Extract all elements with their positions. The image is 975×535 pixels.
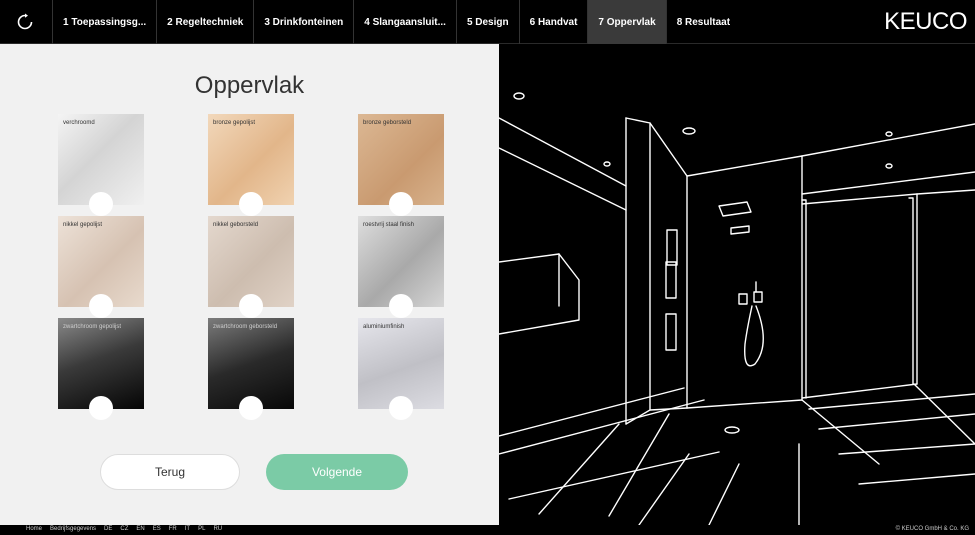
surface-panel: Oppervlak verchroomd bronze gepolijst br…	[0, 44, 499, 525]
tab-design[interactable]: 5 Design	[455, 0, 519, 44]
swatch-label: zwartchroom gepolijst	[63, 324, 122, 330]
swatch-bronze-geborsteld[interactable]: bronze geborsteld	[358, 114, 444, 216]
language-de[interactable]: DE	[104, 526, 112, 532]
copyright: © KEUCO GmbH & Co. KG	[895, 526, 969, 532]
page-title: Oppervlak	[194, 72, 305, 99]
shower-line-drawing	[498, 92, 975, 526]
tab-slangaansluiting[interactable]: 4 Slangaansluit...	[353, 0, 456, 44]
language-pl[interactable]: PL	[198, 526, 205, 532]
footer-link-company[interactable]: Bedrijfsgegevens	[50, 526, 96, 532]
next-button[interactable]: Volgende	[266, 454, 408, 490]
tab-resultaat[interactable]: 8 Resultaat	[665, 0, 740, 44]
language-it[interactable]: IT	[185, 526, 190, 532]
swatch-verchroomd[interactable]: verchroomd	[58, 114, 144, 216]
language-en[interactable]: EN	[136, 526, 144, 532]
swatch-label: nikkel gepolijst	[63, 222, 103, 228]
tab-drinkfonteinen[interactable]: 3 Drinkfonteinen	[253, 0, 353, 44]
language-ru[interactable]: RU	[213, 526, 222, 532]
swatch-aluminiumfinish[interactable]: aluminiumfinish	[358, 318, 444, 420]
reload-icon[interactable]	[0, 0, 50, 44]
tab-handvat[interactable]: 6 Handvat	[518, 0, 588, 44]
swatch-nikkel-geborsteld[interactable]: nikkel geborsteld	[208, 216, 294, 318]
swatch-label: nikkel geborsteld	[213, 222, 259, 228]
swatch-bronze-gepolijst[interactable]: bronze gepolijst	[208, 114, 294, 216]
swatch-label: zwartchroom geborsteld	[213, 324, 278, 330]
select-radio[interactable]	[89, 294, 113, 318]
step-tabs: 1 Toepassingsg... 2 Regeltechniek 3 Drin…	[52, 0, 740, 44]
select-radio[interactable]	[389, 192, 413, 216]
select-radio[interactable]	[239, 294, 263, 318]
swatch-nikkel-gepolijst[interactable]: nikkel gepolijst	[58, 216, 144, 318]
language-es[interactable]: ES	[153, 526, 161, 532]
select-radio[interactable]	[389, 396, 413, 420]
tab-regeltechniek[interactable]: 2 Regeltechniek	[156, 0, 253, 44]
language-fr[interactable]: FR	[169, 526, 177, 532]
swatch-roestvrij-staal[interactable]: roestvrij staal finish	[358, 216, 444, 318]
tab-oppervlak[interactable]: 7 Oppervlak	[587, 0, 666, 44]
swatch-zwartchroom-gepolijst[interactable]: zwartchroom gepolijst	[58, 318, 144, 420]
select-radio[interactable]	[89, 192, 113, 216]
footer-links: Home Bedrijfsgegevens DE CZ EN ES FR IT …	[26, 526, 222, 532]
footer-link-home[interactable]: Home	[26, 526, 42, 532]
select-radio[interactable]	[89, 396, 113, 420]
top-nav: 1 Toepassingsg... 2 Regeltechniek 3 Drin…	[0, 0, 975, 44]
language-cz[interactable]: CZ	[120, 526, 128, 532]
select-radio[interactable]	[389, 294, 413, 318]
swatch-label: bronze geborsteld	[363, 120, 412, 126]
select-radio[interactable]	[239, 396, 263, 420]
swatch-zwartchroom-geborsteld[interactable]: zwartchroom geborsteld	[208, 318, 294, 420]
back-button[interactable]: Terug	[100, 454, 240, 490]
shower-preview	[498, 44, 975, 526]
keuco-logo[interactable]: KEUCO	[884, 8, 967, 36]
swatch-label: verchroomd	[63, 120, 95, 126]
swatch-label: roestvrij staal finish	[363, 222, 415, 228]
tab-toepassingsgebied[interactable]: 1 Toepassingsg...	[52, 0, 156, 44]
swatch-label: aluminiumfinish	[363, 324, 405, 330]
swatch-label: bronze gepolijst	[213, 120, 256, 126]
footer: Home Bedrijfsgegevens DE CZ EN ES FR IT …	[0, 525, 975, 535]
select-radio[interactable]	[239, 192, 263, 216]
